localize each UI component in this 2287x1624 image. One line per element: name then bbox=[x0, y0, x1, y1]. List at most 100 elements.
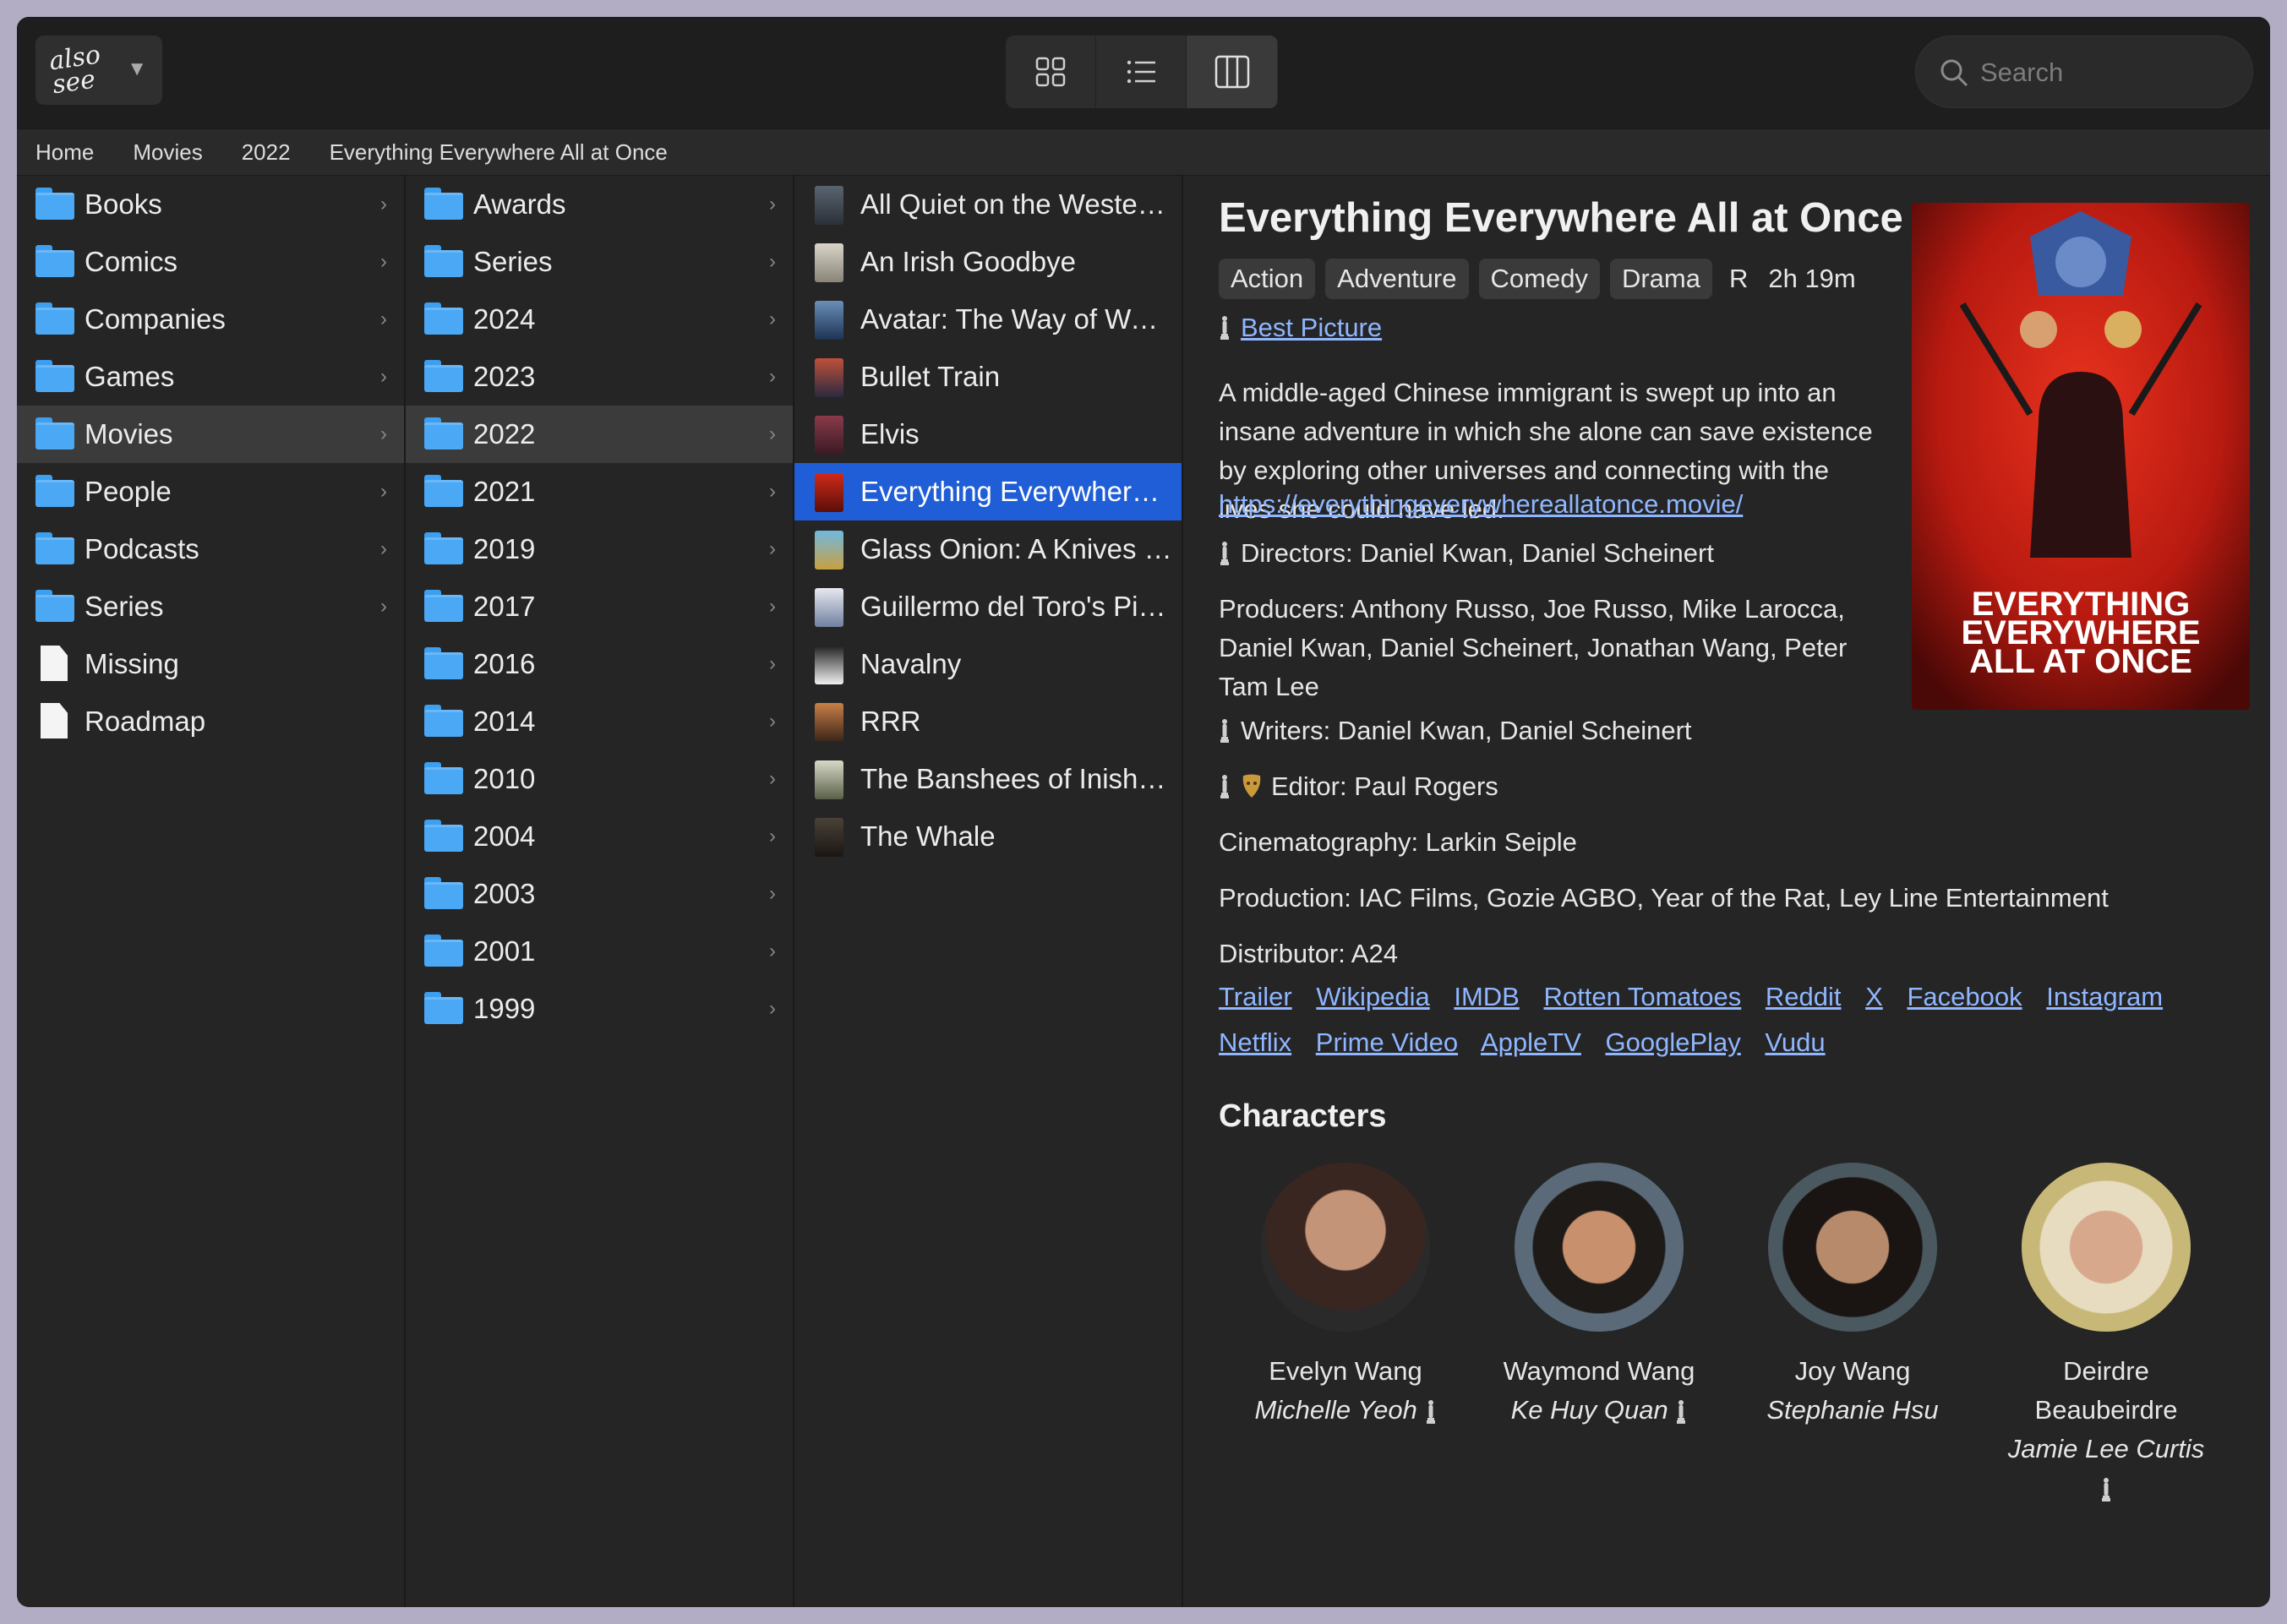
list-item-comics[interactable]: Comics › bbox=[17, 233, 404, 291]
link-vudu[interactable]: Vudu bbox=[1765, 1027, 1825, 1057]
columns-view-button[interactable] bbox=[1187, 35, 1277, 108]
award-link[interactable]: Best Picture bbox=[1241, 313, 1382, 343]
list-item[interactable]: Guillermo del Toro's Pinocchio bbox=[794, 578, 1182, 635]
list-item[interactable]: 2021 › bbox=[406, 463, 793, 520]
movie-poster[interactable]: EVERYTHING EVERYWHERE ALL AT ONCE bbox=[1912, 203, 2250, 710]
list-item[interactable]: 1999 › bbox=[406, 980, 793, 1038]
list-item[interactable]: Navalny bbox=[794, 635, 1182, 693]
oscar-icon bbox=[1426, 1399, 1435, 1424]
list-item[interactable]: 2016 › bbox=[406, 635, 793, 693]
list-item[interactable]: Avatar: The Way of Water bbox=[794, 291, 1182, 348]
genre-tag[interactable]: Drama bbox=[1609, 259, 1712, 299]
breadcrumb-movies[interactable]: Movies bbox=[133, 139, 202, 166]
breadcrumb-current: Everything Everywhere All at Once bbox=[329, 139, 668, 165]
chevron-right-icon: › bbox=[769, 365, 776, 388]
list-item[interactable]: 2014 › bbox=[406, 693, 793, 750]
website-link[interactable]: https://everythingeverywhereallatonce.mo… bbox=[1219, 489, 1743, 519]
list-item[interactable]: The Whale bbox=[794, 808, 1182, 865]
actor-name: Michelle Yeoh bbox=[1219, 1391, 1472, 1430]
column-films: All Quiet on the Western Front An Irish … bbox=[794, 176, 1183, 1607]
list-item[interactable]: Glass Onion: A Knives Out Mystery bbox=[794, 520, 1182, 578]
app-window: also see ▼ Home Movies 2022 Everything E… bbox=[17, 17, 2270, 1607]
list-item[interactable]: 2022 › bbox=[406, 406, 793, 463]
list-item[interactable]: All Quiet on the Western Front bbox=[794, 176, 1182, 233]
item-label: The Banshees of Inisherin bbox=[860, 763, 1173, 794]
list-item[interactable]: Series › bbox=[406, 233, 793, 291]
character-name: Deirdre Beaubeirdre bbox=[2034, 1356, 2178, 1425]
link-facebook[interactable]: Facebook bbox=[1907, 982, 2022, 1011]
production: Production: IAC Films, Gozie AGBO, Year … bbox=[1219, 883, 2109, 913]
link-imdb[interactable]: IMDB bbox=[1454, 982, 1520, 1011]
poster-thumbnail bbox=[815, 703, 843, 742]
chevron-down-icon: ▼ bbox=[127, 57, 147, 80]
list-item[interactable]: 2001 › bbox=[406, 923, 793, 980]
list-item[interactable]: RRR bbox=[794, 693, 1182, 750]
genre-tag[interactable]: Adventure bbox=[1325, 259, 1469, 299]
breadcrumb-home[interactable]: Home bbox=[35, 139, 94, 166]
character-card[interactable]: Evelyn Wang Michelle Yeoh bbox=[1219, 1163, 1472, 1430]
link-appletv[interactable]: AppleTV bbox=[1481, 1027, 1581, 1057]
chevron-right-icon: › bbox=[380, 365, 387, 388]
list-item[interactable]: 2017 › bbox=[406, 578, 793, 635]
list-item-movies[interactable]: Movies › bbox=[17, 406, 404, 463]
toolbar: also see ▼ bbox=[17, 17, 2270, 128]
list-item[interactable]: Elvis bbox=[794, 406, 1182, 463]
genre-tag[interactable]: Action bbox=[1219, 259, 1316, 299]
item-label: Avatar: The Way of Water bbox=[860, 303, 1173, 335]
oscar-icon bbox=[1220, 719, 1229, 743]
genre-tags: Action Adventure Comedy Drama R 2h 19m bbox=[1219, 259, 1876, 299]
item-label: Podcasts bbox=[85, 533, 199, 564]
genre-tag[interactable]: Comedy bbox=[1478, 259, 1600, 299]
list-item[interactable]: An Irish Goodbye bbox=[794, 233, 1182, 291]
list-item-series[interactable]: Series › bbox=[17, 578, 404, 635]
award-row: Best Picture bbox=[1219, 313, 1382, 343]
list-item[interactable]: Awards › bbox=[406, 176, 793, 233]
poster-thumbnail bbox=[815, 186, 843, 225]
list-item-missing[interactable]: Missing bbox=[17, 635, 404, 693]
list-item-roadmap[interactable]: Roadmap bbox=[17, 693, 404, 750]
breadcrumb-year[interactable]: 2022 bbox=[242, 139, 291, 166]
link-netflix[interactable]: Netflix bbox=[1219, 1027, 1291, 1057]
list-item-companies[interactable]: Companies › bbox=[17, 291, 404, 348]
list-item[interactable]: 2004 › bbox=[406, 808, 793, 865]
list-item[interactable]: 2019 › bbox=[406, 520, 793, 578]
item-label: Awards bbox=[473, 188, 566, 220]
list-item-podcasts[interactable]: Podcasts › bbox=[17, 520, 404, 578]
list-item[interactable]: 2024 › bbox=[406, 291, 793, 348]
link-reddit[interactable]: Reddit bbox=[1766, 982, 1842, 1011]
character-card[interactable]: Waymond Wang Ke Huy Quan bbox=[1472, 1163, 1726, 1430]
list-item-games[interactable]: Games › bbox=[17, 348, 404, 406]
item-label: 2003 bbox=[473, 878, 536, 909]
chevron-right-icon: › bbox=[769, 652, 776, 675]
list-item-books[interactable]: Books › bbox=[17, 176, 404, 233]
list-item[interactable]: 2023 › bbox=[406, 348, 793, 406]
item-label: Movies bbox=[85, 418, 173, 450]
link-prime-video[interactable]: Prime Video bbox=[1316, 1027, 1458, 1057]
list-item[interactable]: Bullet Train bbox=[794, 348, 1182, 406]
list-item-people[interactable]: People › bbox=[17, 463, 404, 520]
grid-view-button[interactable] bbox=[1006, 35, 1096, 108]
list-item-selected[interactable]: Everything Everywhere All at Once bbox=[794, 463, 1182, 520]
document-icon bbox=[41, 646, 68, 681]
app-logo-menu[interactable]: also see ▼ bbox=[35, 35, 162, 105]
search-input[interactable] bbox=[1980, 52, 2234, 94]
search-box[interactable] bbox=[1915, 35, 2253, 108]
link-wikipedia[interactable]: Wikipedia bbox=[1316, 982, 1429, 1011]
folder-icon bbox=[424, 417, 463, 450]
link-rotten-tomatoes[interactable]: Rotten Tomatoes bbox=[1543, 982, 1741, 1011]
link-x[interactable]: X bbox=[1865, 982, 1883, 1011]
link-instagram[interactable]: Instagram bbox=[2046, 982, 2163, 1011]
list-item[interactable]: 2010 › bbox=[406, 750, 793, 808]
list-item[interactable]: 2003 › bbox=[406, 865, 793, 923]
item-label: 2014 bbox=[473, 706, 536, 737]
chevron-right-icon: › bbox=[769, 422, 776, 445]
chevron-right-icon: › bbox=[380, 595, 387, 618]
list-view-button[interactable] bbox=[1096, 35, 1187, 108]
character-card[interactable]: Joy Wang Stephanie Hsu bbox=[1726, 1163, 1979, 1430]
list-item[interactable]: The Banshees of Inisherin bbox=[794, 750, 1182, 808]
character-card[interactable]: Deirdre Beaubeirdre Jamie Lee Curtis bbox=[1979, 1163, 2233, 1507]
link-googleplay[interactable]: GooglePlay bbox=[1606, 1027, 1741, 1057]
list-view-icon bbox=[1127, 60, 1155, 84]
link-trailer[interactable]: Trailer bbox=[1219, 982, 1292, 1011]
poster-title-line-3: ALL AT ONCE bbox=[1969, 643, 2192, 680]
